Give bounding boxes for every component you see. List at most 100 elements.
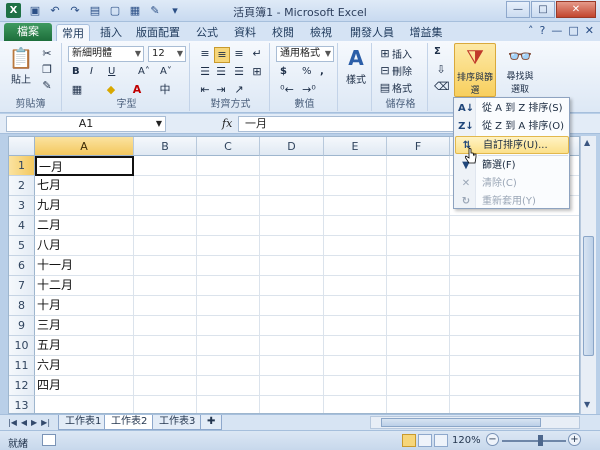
cell[interactable] [134, 176, 197, 196]
select-all-corner[interactable] [9, 137, 35, 156]
vertical-scroll-thumb[interactable] [583, 236, 594, 356]
cell[interactable] [450, 396, 579, 413]
cell[interactable] [197, 296, 260, 316]
scroll-up-icon[interactable]: ▲ [584, 138, 590, 147]
format-cells-button[interactable]: ▤ 格式 [378, 80, 412, 96]
align-bottom-button[interactable]: ≡ [232, 47, 246, 61]
normal-view-icon[interactable] [402, 434, 416, 447]
cell[interactable] [260, 196, 324, 216]
font-size-combo[interactable]: 12 ▼ [148, 46, 186, 62]
align-middle-button[interactable]: ≡ [214, 47, 230, 63]
zoom-out-icon[interactable]: − [486, 433, 499, 446]
cell[interactable] [260, 236, 324, 256]
cell[interactable] [197, 336, 260, 356]
merge-center-button[interactable]: ⊞ [250, 65, 264, 79]
cell-a[interactable]: 九月 [35, 196, 134, 216]
cell-a[interactable]: 七月 [35, 176, 134, 196]
fill-button[interactable]: ⇩ [434, 63, 448, 77]
sort-filter-button[interactable]: ⧩ 排序與篩選 [454, 43, 496, 97]
tab-developer[interactable]: 開發人員 [344, 24, 400, 41]
cell[interactable] [134, 276, 197, 296]
cell[interactable] [450, 256, 579, 276]
cell-a[interactable]: 一月 [35, 156, 134, 176]
macro-record-icon[interactable] [42, 434, 56, 446]
row-header[interactable]: 8 [9, 296, 35, 316]
cell[interactable] [387, 256, 450, 276]
cell[interactable] [134, 376, 197, 396]
page-break-view-icon[interactable] [434, 434, 448, 447]
cell[interactable] [197, 316, 260, 336]
cell[interactable] [324, 236, 387, 256]
number-format-combo[interactable]: 通用格式 ▼ [276, 46, 334, 62]
cell-a[interactable]: 十一月 [35, 256, 134, 276]
cell[interactable] [450, 336, 579, 356]
row-header[interactable]: 4 [9, 216, 35, 236]
cell[interactable] [197, 196, 260, 216]
format-painter-button[interactable]: ✎ [40, 79, 54, 93]
row-header[interactable]: 2 [9, 176, 35, 196]
ribbon-minimize-icon[interactable]: ˄ [528, 24, 534, 37]
close-button[interactable]: ✕ [556, 1, 596, 18]
find-select-button[interactable]: 👓 尋找與 選取 [500, 43, 540, 95]
cell[interactable] [260, 336, 324, 356]
sheet-tab-2[interactable]: 工作表2 [104, 415, 155, 430]
sheet-tab-3[interactable]: 工作表3 [152, 415, 203, 430]
cell[interactable] [387, 276, 450, 296]
insert-function-button[interactable]: fx [222, 117, 232, 130]
page-layout-view-icon[interactable] [418, 434, 432, 447]
cell[interactable] [197, 176, 260, 196]
cell[interactable] [387, 176, 450, 196]
cell[interactable] [387, 336, 450, 356]
cell[interactable] [450, 316, 579, 336]
cell[interactable] [387, 216, 450, 236]
insert-sheet-button[interactable]: ✚ [200, 415, 223, 430]
cell[interactable] [260, 156, 324, 176]
cell[interactable] [450, 356, 579, 376]
cell[interactable] [197, 236, 260, 256]
cell[interactable] [324, 316, 387, 336]
insert-cells-button[interactable]: ⊞ 插入 [378, 46, 412, 62]
tab-file[interactable]: 檔案 [4, 23, 52, 41]
cell[interactable] [387, 356, 450, 376]
cell[interactable] [387, 396, 450, 413]
row-header[interactable]: 5 [9, 236, 35, 256]
cell[interactable] [134, 196, 197, 216]
wrap-text-button[interactable]: ↵ [250, 47, 264, 61]
tab-review[interactable]: 校閱 [266, 24, 300, 41]
cell[interactable] [324, 376, 387, 396]
cell-a[interactable]: 二月 [35, 216, 134, 236]
cell-a[interactable]: 四月 [35, 376, 134, 396]
cell[interactable] [134, 236, 197, 256]
cell[interactable] [324, 356, 387, 376]
next-sheet-icon[interactable]: ▶ [31, 416, 37, 429]
tab-addins[interactable]: 增益集 [404, 24, 448, 41]
cell[interactable] [134, 156, 197, 176]
currency-button[interactable]: $ [280, 66, 287, 77]
paste-button[interactable]: 📋 貼上 [6, 45, 36, 86]
column-header-f[interactable]: F [387, 137, 450, 156]
cell[interactable] [260, 376, 324, 396]
row-header[interactable]: 10 [9, 336, 35, 356]
cell[interactable] [324, 396, 387, 413]
italic-button[interactable]: I [90, 66, 93, 77]
cell-a[interactable]: 五月 [35, 336, 134, 356]
column-header-a[interactable]: A [35, 137, 134, 156]
cell-a[interactable]: 八月 [35, 236, 134, 256]
cell-a[interactable] [35, 396, 134, 413]
cell[interactable] [260, 356, 324, 376]
autosum-button[interactable]: Σ [434, 46, 441, 57]
help-icon[interactable]: ? [540, 24, 546, 37]
cell-a[interactable]: 十二月 [35, 276, 134, 296]
horizontal-scroll-thumb[interactable] [381, 418, 541, 427]
column-header-b[interactable]: B [134, 137, 197, 156]
clear-button[interactable]: ⌫ [434, 80, 450, 94]
cell[interactable] [197, 396, 260, 413]
cell[interactable] [450, 296, 579, 316]
cell[interactable] [387, 236, 450, 256]
cell[interactable] [197, 376, 260, 396]
cell[interactable] [260, 276, 324, 296]
cell[interactable] [260, 256, 324, 276]
styles-button[interactable]: A 樣式 [342, 45, 370, 86]
zoom-in-icon[interactable]: + [568, 433, 581, 446]
cell[interactable] [260, 296, 324, 316]
